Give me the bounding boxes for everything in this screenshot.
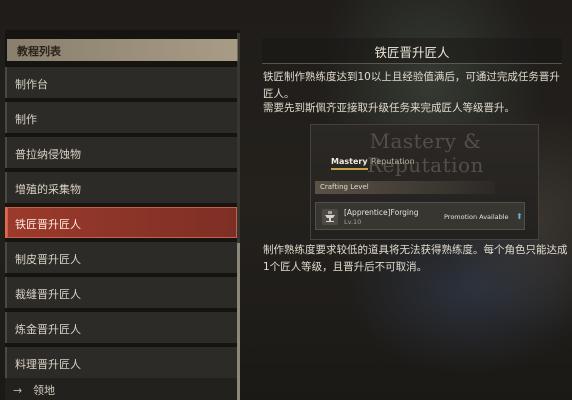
list-item-crafting-table[interactable]: 制作台 [5,67,237,98]
crafting-level-section: Crafting Level [315,181,495,194]
detail-title: 铁匠晋升匠人 [262,38,562,64]
list-item-label: 料理晋升匠人 [15,358,81,371]
tab-mastery: Mastery [331,157,368,170]
list-item-blacksmith-promotion[interactable]: 铁匠晋升匠人 [5,207,237,238]
detail-description-3: 制作熟练度要求较低的道具将无法获得熟练度。每个角色只能达成1个匠人等级，且晋升后… [263,244,568,273]
list-item-label: 裁缝晋升匠人 [15,288,81,301]
list-item-label: 制作台 [15,78,48,91]
tutorial-list-panel: 教程列表 制作台 制作 普拉纳侵蚀物 增殖的采集物 铁匠晋升匠人 制皮晋升匠人 … [5,30,240,400]
list-item-cooking-promotion[interactable]: 料理晋升匠人 [5,347,237,378]
tutorial-list: 制作台 制作 普拉纳侵蚀物 增殖的采集物 铁匠晋升匠人 制皮晋升匠人 裁缝晋升匠… [5,67,237,382]
list-item-prana-erosion[interactable]: 普拉纳侵蚀物 [5,137,237,168]
list-item-leatherwork-promotion[interactable]: 制皮晋升匠人 [5,242,237,273]
list-item-tailor-promotion[interactable]: 裁缝晋升匠人 [5,277,237,308]
detail-description-2: 需要先到斯佩齐亚接取升级任务来完成匠人等级晋升。 [263,102,515,114]
list-item-label: 铁匠晋升匠人 [15,218,81,231]
list-item-label: 普拉纳侵蚀物 [15,148,81,161]
list-category-label: 领地 [33,384,55,397]
detail-description-1: 铁匠制作熟练度达到10以上且经验值满后，可通过完成任务晋升匠人。 [263,71,560,100]
tab-reputation: Reputation [371,157,415,166]
up-arrow-icon: ⬆ [516,212,523,221]
anvil-icon [322,209,338,225]
list-item-label: 制作 [15,113,37,126]
forging-mastery-row: [Apprentice]Forging Lv.10 Promotion Avai… [315,202,525,230]
mastery-screenshot: Mastery & Reputation Mastery Reputation … [310,124,539,240]
arrow-right-icon: → [13,384,23,397]
list-scrollbar[interactable] [237,33,240,400]
list-item-alchemy-promotion[interactable]: 炼金晋升匠人 [5,312,237,343]
list-item-label: 增殖的采集物 [15,183,81,196]
list-item-label: 炼金晋升匠人 [15,323,81,336]
list-item-label: 制皮晋升匠人 [15,253,81,266]
list-scroll-thumb[interactable] [237,243,240,400]
list-item-crafting[interactable]: 制作 [5,102,237,133]
list-category-territory[interactable]: → 领地 [5,378,237,400]
promotion-status: Promotion Available [444,213,509,221]
tutorial-list-header: 教程列表 [7,39,238,61]
list-item-proliferating-gatherables[interactable]: 增殖的采集物 [5,172,237,203]
forging-level: Lv.10 [344,218,362,226]
forging-name: [Apprentice]Forging [344,208,419,217]
